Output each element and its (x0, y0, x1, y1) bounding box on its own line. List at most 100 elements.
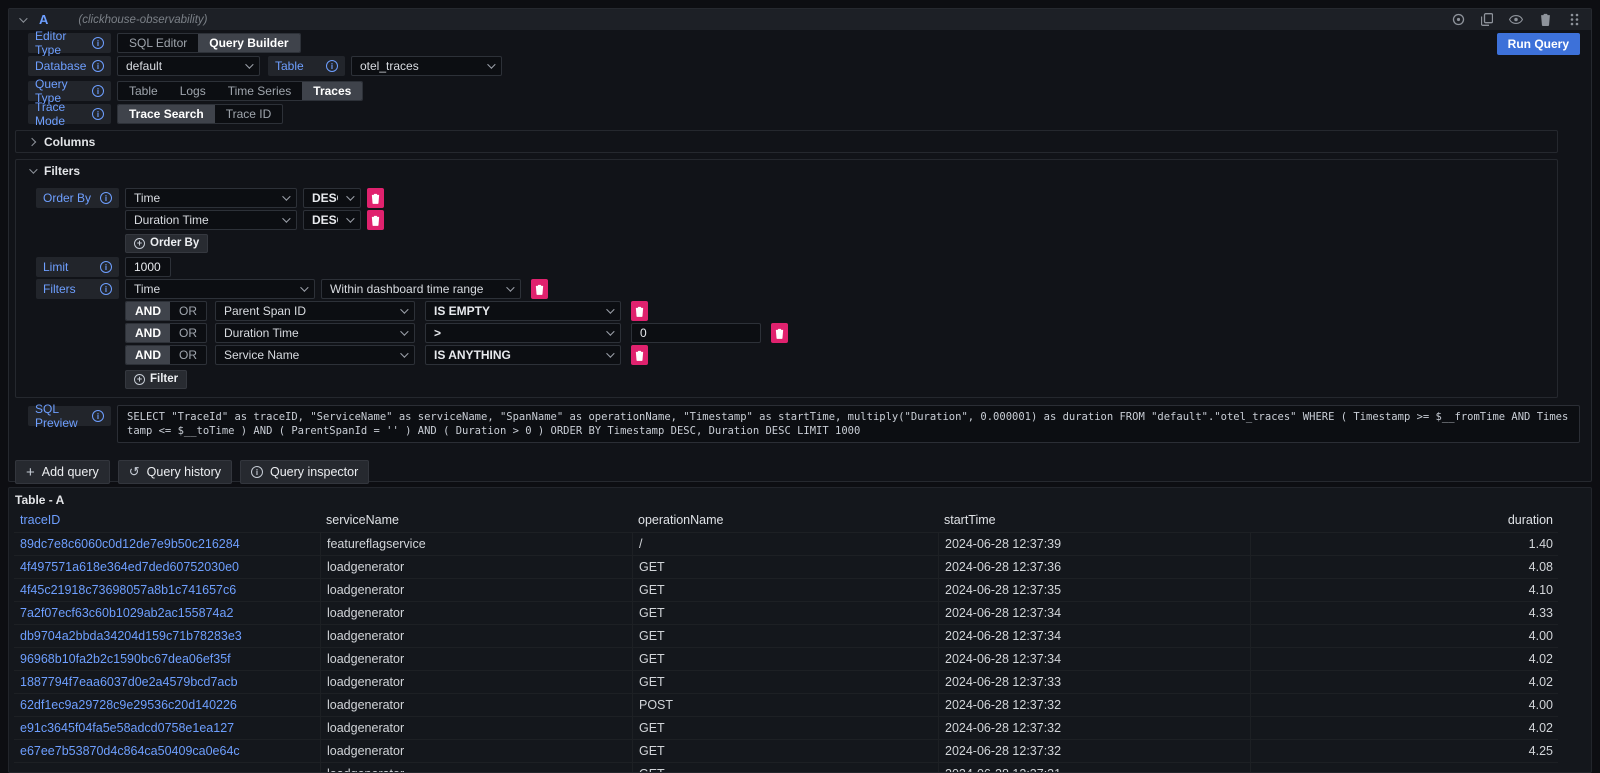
remove-filter-button[interactable] (771, 323, 788, 343)
trace-id-link[interactable]: 4f497571a618e364ed7ded60752030e0 (14, 556, 320, 578)
query-type-logs[interactable]: Logs (169, 82, 217, 100)
trace-id-link[interactable]: 62df1ec9a29728c9e29536c20d140226 (14, 694, 320, 716)
editor-type-query-builder[interactable]: Query Builder (198, 34, 299, 52)
remove-filter-button[interactable] (531, 279, 548, 299)
chevron-down-icon (245, 60, 253, 68)
filter-value-input[interactable]: 0 (631, 323, 761, 343)
remove-order-by-button[interactable] (367, 210, 384, 230)
column-header-operationname[interactable]: operationName (632, 509, 938, 532)
trace-mode-trace-search[interactable]: Trace Search (118, 105, 215, 123)
query-type-time-series[interactable]: Time Series (217, 82, 303, 100)
database-label: Databasei (28, 56, 111, 76)
table-label: Tablei (268, 56, 345, 76)
add-filter-button[interactable]: + Filter (125, 370, 187, 389)
info-icon[interactable]: i (326, 60, 338, 72)
conjunction-or[interactable]: OR (170, 302, 206, 320)
trace-id-link[interactable]: 1887794f7eaa6037d0e2a4579bcd7acb (14, 671, 320, 693)
order-by-direction-select[interactable]: DESC (303, 210, 361, 230)
filters-section-header[interactable]: Filters (16, 160, 1557, 181)
trace-id-link[interactable]: db9704a2bbda34204d159c71b78283e3 (14, 625, 320, 647)
table-row: 62df1ec9a29728c9e29536c20d140226loadgene… (14, 693, 1558, 716)
panel-title[interactable]: Table - A (9, 488, 1591, 509)
column-header-servicename[interactable]: serviceName (320, 509, 632, 532)
filter-field-select[interactable]: Parent Span ID (215, 301, 415, 321)
database-select[interactable]: default (117, 56, 260, 76)
conjunction-group: AND OR (125, 345, 207, 365)
table-select[interactable]: otel_traces (351, 56, 502, 76)
info-icon[interactable]: i (92, 108, 104, 120)
table-row: 96968b10fa2b2c1590bc67dea06ef35floadgene… (14, 647, 1558, 670)
conjunction-and[interactable]: AND (126, 346, 170, 364)
duplicate-query-icon[interactable] (1480, 13, 1494, 27)
add-query-button[interactable]: + Add query (15, 460, 110, 484)
query-history-button[interactable]: ↺ Query history (118, 460, 232, 484)
info-icon[interactable]: i (100, 261, 112, 273)
order-by-direction-select[interactable]: DESC (303, 188, 361, 208)
filter-operator-select[interactable]: IS ANYTHING (425, 345, 621, 365)
conjunction-and[interactable]: AND (126, 324, 170, 342)
trace-id-link[interactable]: 89dc7e8c6060c0d12de7e9b50c216284 (14, 533, 320, 555)
editor-type-label: Editor Typei (28, 33, 111, 53)
info-icon[interactable]: i (92, 37, 104, 49)
trace-id-link[interactable]: 4f45c21918c73698057a8b1c741657c6 (14, 579, 320, 601)
query-ref-id: A (39, 12, 48, 27)
trace-mode-group: Trace Search Trace ID (117, 104, 283, 124)
conjunction-or[interactable]: OR (170, 346, 206, 364)
add-order-by-button[interactable]: + Order By (125, 234, 208, 253)
table-cell: loadgenerator (320, 648, 632, 670)
history-icon: ↺ (129, 464, 140, 480)
info-icon[interactable]: i (100, 283, 112, 295)
trace-id-link[interactable]: e67ee7b53870d4c864ca50409ca0e64c (14, 740, 320, 762)
filter-operator-select[interactable]: IS EMPTY (425, 301, 621, 321)
info-icon[interactable]: i (92, 85, 104, 97)
query-row-header[interactable]: A (clickhouse-observability) (9, 9, 1591, 30)
remove-filter-button[interactable] (631, 345, 648, 365)
chevron-down-icon (29, 165, 37, 173)
filter-operator-select[interactable]: > (425, 323, 621, 343)
order-by-field-select[interactable]: Time (125, 188, 297, 208)
filter-field-select[interactable]: Service Name (215, 345, 415, 365)
column-header-duration[interactable]: duration (1250, 509, 1558, 532)
datasource-help-icon[interactable] (1451, 13, 1465, 27)
trace-id-link[interactable]: 7a2f07ecf63c60b1029ab2ac155874a2 (14, 602, 320, 624)
conjunction-and[interactable]: AND (126, 302, 170, 320)
chevron-down-icon (506, 283, 514, 291)
columns-section-header[interactable]: Columns (16, 131, 1557, 152)
query-type-traces[interactable]: Traces (302, 82, 362, 100)
column-header-traceid[interactable]: traceID (14, 509, 320, 532)
filter-field-select[interactable]: Time (125, 279, 315, 299)
column-header-starttime[interactable]: startTime (938, 509, 1250, 532)
query-header-actions (1451, 13, 1581, 27)
filter-field-select[interactable]: Duration Time (215, 323, 415, 343)
remove-query-icon[interactable] (1538, 13, 1552, 27)
query-type-table[interactable]: Table (118, 82, 169, 100)
remove-filter-button[interactable] (631, 301, 648, 321)
filter-operator-select[interactable]: Within dashboard time range (321, 279, 521, 299)
remove-order-by-button[interactable] (367, 188, 384, 208)
trace-id-link[interactable]: 96968b10fa2b2c1590bc67dea06ef35f (14, 648, 320, 670)
order-by-field-select[interactable]: Duration Time (125, 210, 297, 230)
trace-id-link[interactable]: e91c3645f04fa5e58adcd0758e1ea127 (14, 717, 320, 739)
trace-mode-trace-id[interactable]: Trace ID (215, 105, 283, 123)
query-inspector-button[interactable]: i Query inspector (240, 460, 369, 484)
table-cell: GET (632, 717, 938, 739)
info-icon[interactable]: i (100, 192, 112, 204)
conjunction-or[interactable]: OR (170, 324, 206, 342)
table-cell: loadgenerator (320, 671, 632, 693)
trace-id-link[interactable] (14, 763, 320, 773)
filters-section: Filters Order Byi Time DESC (15, 159, 1558, 398)
limit-label: Limiti (36, 257, 119, 277)
chevron-down-icon (606, 305, 614, 313)
table-cell: 2024-06-28 12:37:34 (938, 625, 1250, 647)
info-icon[interactable]: i (92, 60, 104, 72)
info-icon[interactable]: i (92, 410, 104, 422)
sql-preview-label: SQL Previewi (28, 406, 111, 426)
editor-type-sql-editor[interactable]: SQL Editor (118, 34, 198, 52)
chevron-down-icon (400, 305, 408, 313)
collapse-query-icon[interactable] (19, 14, 27, 22)
drag-handle-icon[interactable] (1567, 13, 1581, 27)
chevron-down-icon (282, 214, 290, 222)
hide-response-icon[interactable] (1509, 13, 1523, 27)
limit-input[interactable]: 1000 (125, 257, 171, 277)
table-cell: 4.08 (1250, 556, 1558, 578)
